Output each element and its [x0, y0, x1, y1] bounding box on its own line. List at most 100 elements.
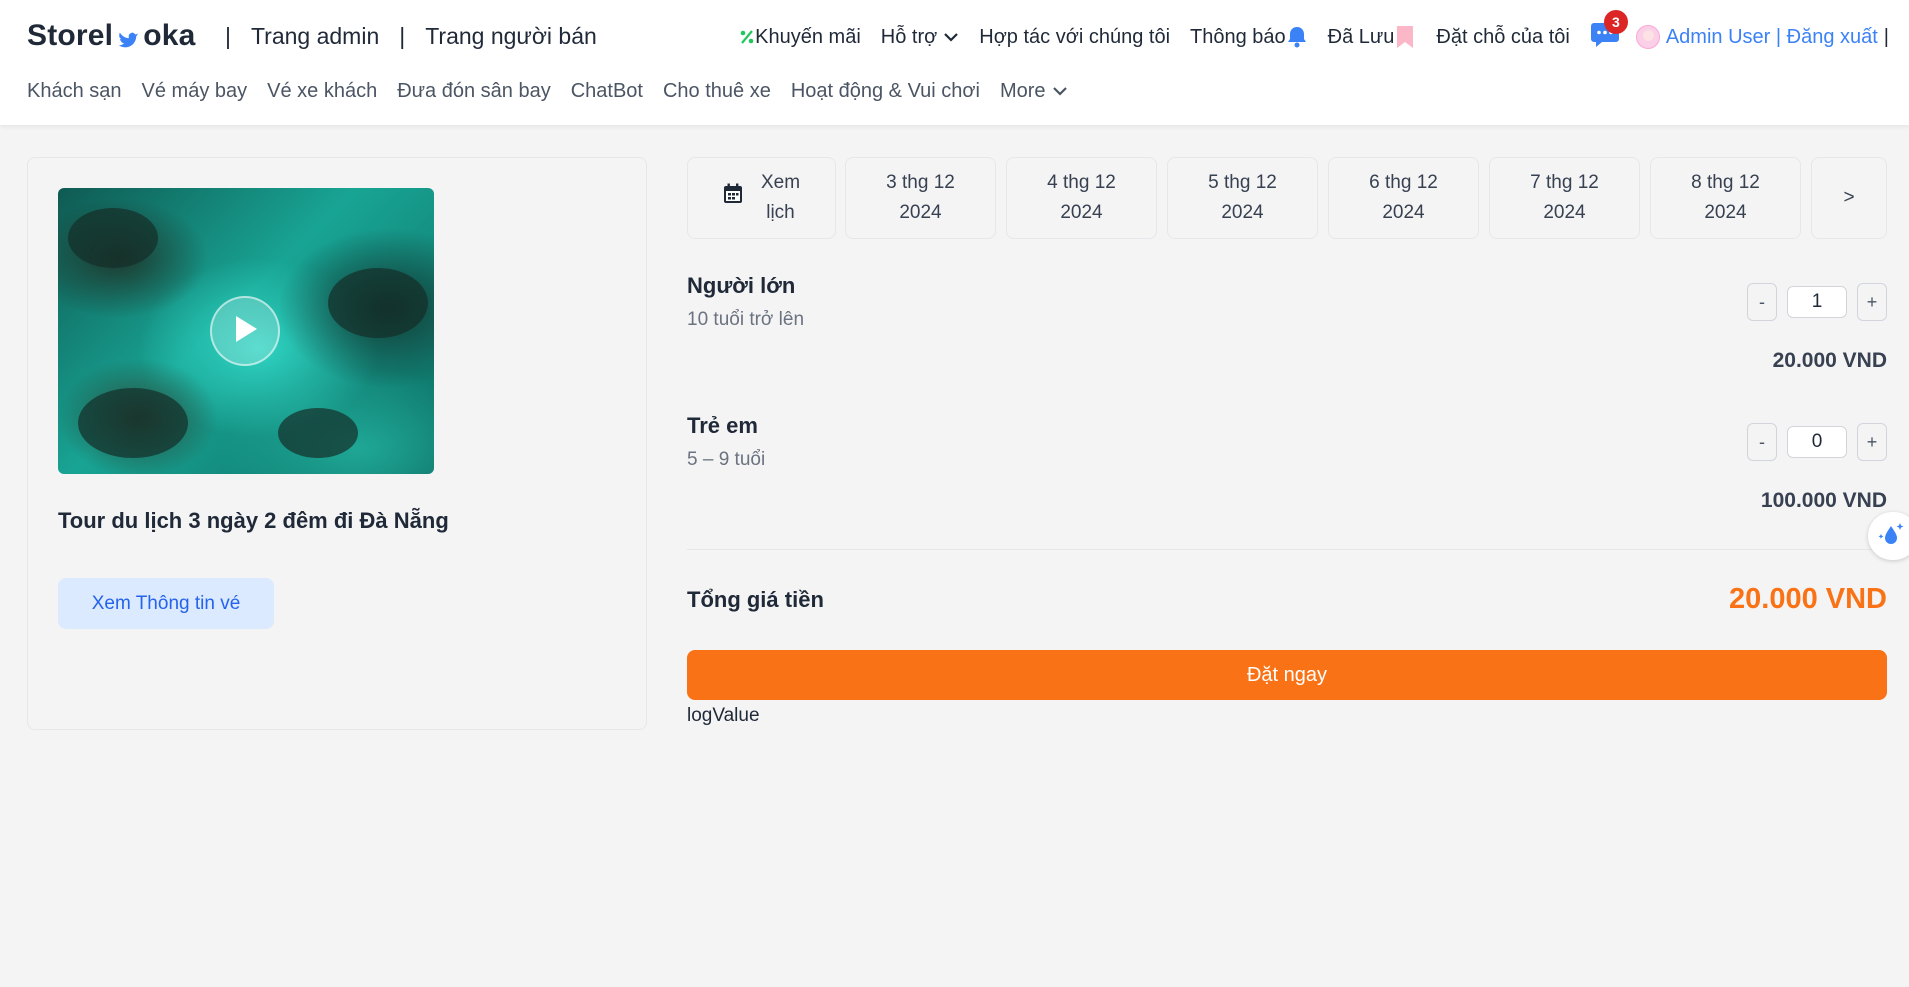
nav-flights[interactable]: Vé máy bay	[142, 80, 248, 103]
date-year: 2024	[1543, 202, 1586, 223]
partner-link[interactable]: Hợp tác với chúng tôi	[979, 26, 1170, 49]
nav-car-rental[interactable]: Cho thuê xe	[663, 80, 771, 103]
partner-label: Hợp tác với chúng tôi	[979, 25, 1171, 48]
logo-text-left: Storel	[27, 19, 114, 52]
date-year: 2024	[1221, 202, 1264, 223]
bookmark-icon	[1394, 25, 1416, 49]
child-ticket-age: 5 – 9 tuổi	[687, 449, 766, 470]
nav-hotels[interactable]: Khách sạn	[27, 80, 122, 103]
date-option[interactable]: 6 thg 12 2024	[1328, 157, 1479, 239]
date-day: 5 thg 12	[1208, 172, 1277, 193]
bookings-label: Đặt chỗ của tôi	[1436, 25, 1570, 48]
nav-activities[interactable]: Hoạt động & Vui chơi	[791, 80, 980, 103]
adult-minus-button[interactable]: -	[1747, 283, 1777, 321]
reef-shape	[278, 408, 358, 458]
play-button[interactable]	[210, 296, 280, 366]
right-nav: Khuyến mãi Hỗ trợ Hợp tác với chúng tôi …	[719, 10, 1889, 52]
category-nav: Khách sạn Vé máy bay Vé xe khách Đưa đón…	[27, 80, 1088, 103]
next-dates-button[interactable]: >	[1811, 157, 1887, 239]
view-ticket-info-button[interactable]: Xem Thông tin vé	[58, 578, 274, 629]
date-year: 2024	[1704, 202, 1747, 223]
percent-icon	[739, 29, 755, 45]
logo-text-right: oka	[143, 19, 196, 52]
nav-bus-tickets[interactable]: Vé xe khách	[267, 80, 377, 103]
next-arrow: >	[1843, 187, 1855, 208]
avatar	[1635, 25, 1660, 49]
date-year: 2024	[1382, 202, 1425, 223]
trailing-separator: |	[1883, 25, 1889, 48]
child-plus-button[interactable]: +	[1857, 423, 1887, 461]
calendar-line-1: Xem	[760, 172, 801, 193]
promo-link[interactable]: Khuyến mãi	[739, 26, 861, 49]
date-year: 2024	[1060, 202, 1103, 223]
user-label[interactable]: Admin User | Đăng xuất	[1666, 26, 1878, 49]
total-label: Tổng giá tiền	[687, 587, 824, 612]
adult-price: 20.000 VND	[1772, 349, 1887, 372]
calendar-icon	[723, 183, 743, 214]
notification-link[interactable]: Thông báo	[1190, 25, 1308, 49]
separator: |	[225, 23, 231, 49]
support-label: Hỗ trợ	[880, 25, 938, 48]
sparkle-drop-icon	[1876, 519, 1906, 554]
promo-label: Khuyến mãi	[755, 25, 861, 48]
nav-chatbot[interactable]: ChatBot	[571, 80, 643, 103]
admin-page-link[interactable]: Trang admin	[251, 23, 379, 50]
reef-shape	[78, 388, 188, 458]
notification-label: Thông báo	[1190, 25, 1286, 48]
date-day: 6 thg 12	[1369, 172, 1438, 193]
child-quantity-input[interactable]	[1787, 426, 1847, 458]
my-bookings-link[interactable]: Đặt chỗ của tôi	[1436, 26, 1569, 49]
child-ticket-label: Trẻ em	[687, 413, 758, 438]
chat-badge: 3	[1603, 10, 1628, 34]
tour-video-thumbnail[interactable]	[58, 188, 434, 474]
saved-link[interactable]: Đã Lưu	[1328, 25, 1417, 49]
calendar-line-2: lịch	[766, 202, 795, 223]
date-year: 2024	[899, 202, 942, 223]
floating-assistant-button[interactable]	[1868, 512, 1909, 560]
saved-label: Đã Lưu	[1327, 25, 1395, 48]
site-logo[interactable]: Storel oka	[27, 19, 196, 53]
log-value-text: logValue	[687, 705, 760, 726]
total-price: 20.000 VND	[1729, 583, 1887, 615]
date-option[interactable]: 4 thg 12 2024	[1006, 157, 1157, 239]
chat-button[interactable]: 3	[1590, 10, 1628, 52]
date-selector: Xem lịch 3 thg 12 2024 4 thg 12 2024 5 t…	[687, 157, 1887, 239]
nav-more[interactable]: More	[1000, 80, 1068, 103]
chevron-down-icon	[1052, 80, 1068, 103]
date-option[interactable]: 7 thg 12 2024	[1489, 157, 1640, 239]
seller-page-link[interactable]: Trang người bán	[425, 23, 597, 50]
adult-ticket-label: Người lớn	[687, 273, 796, 298]
tour-card: Tour du lịch 3 ngày 2 đêm đi Đà Nẵng Xem…	[27, 157, 647, 730]
child-quantity-stepper: - +	[1747, 423, 1887, 461]
reef-shape	[68, 208, 158, 268]
date-option[interactable]: 3 thg 12 2024	[845, 157, 996, 239]
adult-quantity-input[interactable]	[1787, 286, 1847, 318]
more-label: More	[999, 80, 1046, 102]
bell-icon	[1286, 25, 1308, 49]
reef-shape	[328, 268, 428, 338]
bird-logo-icon	[117, 25, 139, 48]
top-links: | Trang admin | Trang người bán	[205, 23, 597, 50]
adult-ticket-age: 10 tuổi trở lên	[687, 309, 805, 330]
date-day: 8 thg 12	[1691, 172, 1760, 193]
chevron-down-icon	[943, 31, 959, 43]
user-menu[interactable]: Admin User | Đăng xuất |	[1635, 25, 1889, 49]
child-price: 100.000 VND	[1760, 489, 1887, 512]
tour-title: Tour du lịch 3 ngày 2 đêm đi Đà Nẵng	[58, 508, 449, 533]
date-day: 4 thg 12	[1047, 172, 1116, 193]
child-minus-button[interactable]: -	[1747, 423, 1777, 461]
date-option[interactable]: 5 thg 12 2024	[1167, 157, 1318, 239]
adult-plus-button[interactable]: +	[1857, 283, 1887, 321]
play-icon	[231, 314, 259, 349]
separator: |	[399, 23, 406, 49]
date-option[interactable]: 8 thg 12 2024	[1650, 157, 1801, 239]
date-day: 7 thg 12	[1530, 172, 1599, 193]
view-calendar-button[interactable]: Xem lịch	[687, 157, 836, 239]
date-day: 3 thg 12	[886, 172, 955, 193]
top-header: Storel oka | Trang admin | Trang người b…	[0, 0, 1909, 125]
support-dropdown[interactable]: Hỗ trợ	[881, 26, 959, 49]
book-now-button[interactable]: Đặt ngay	[687, 650, 1887, 700]
nav-airport-transfer[interactable]: Đưa đón sân bay	[397, 80, 551, 103]
adult-quantity-stepper: - +	[1747, 283, 1887, 321]
divider	[687, 549, 1887, 550]
